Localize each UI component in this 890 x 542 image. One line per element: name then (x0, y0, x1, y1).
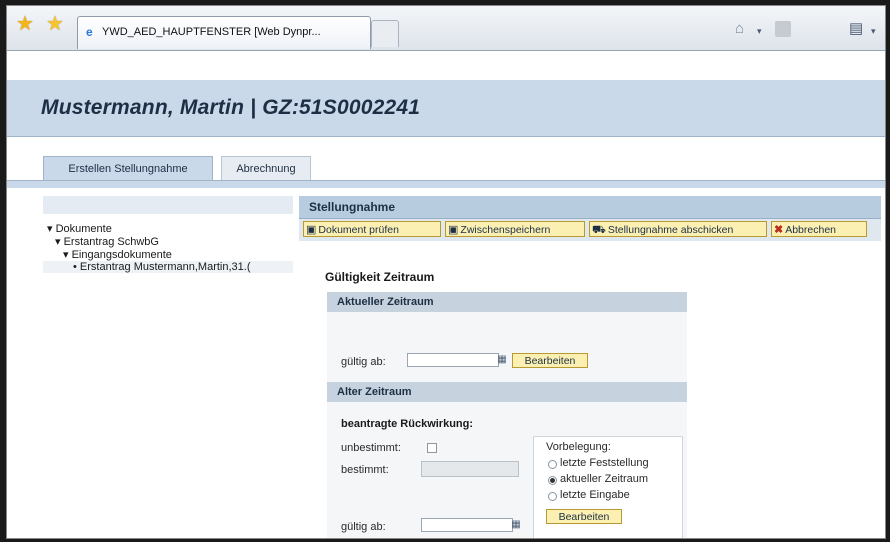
collapse-icon[interactable]: ▾ (47, 223, 53, 235)
print-icon[interactable]: ▤ (849, 20, 863, 38)
zwischenspeichern-button[interactable]: ▣ Zwischenspeichern (445, 221, 585, 237)
new-tab-button[interactable] (371, 20, 399, 47)
radio-label-aktueller-zeitraum: aktueller Zeitraum (560, 473, 649, 485)
document-tree: ▾ Dokumente ▾ Erstantrag SchwbG ▾ Eingan… (43, 196, 293, 538)
rss-feed-icon[interactable] (775, 21, 791, 37)
tab-abrechnung[interactable]: Abrechnung (221, 156, 311, 181)
stellungnahme-abschicken-button[interactable]: ⛟ Stellungnahme abschicken (589, 221, 767, 237)
browser-toolbar: ★ ★ e YWD_AED_HAUPTFENSTER [Web Dynpr...… (7, 6, 885, 51)
gueltig-ab-label-alt: gültig ab: (341, 521, 386, 533)
abbrechen-button[interactable]: ✖ Abbrechen (771, 221, 867, 237)
bearbeiten-button-alt[interactable]: Bearbeiten (546, 509, 622, 524)
gueltig-ab-label: gültig ab: (341, 356, 386, 368)
radio-label-letzte-feststellung: letzte Feststellung (560, 457, 649, 469)
bestimmt-field[interactable] (421, 461, 519, 477)
action-toolbar: ▣ Dokument prüfen ▣ Zwischenspeichern ⛟ Ste… (299, 219, 881, 241)
bullet-icon: • (73, 261, 77, 273)
radio-label-letzte-eingabe: letzte Eingabe (560, 489, 630, 501)
section-title: Gültigkeit Zeitraum (325, 270, 435, 284)
group-header-aktueller-zeitraum: Aktueller Zeitraum (327, 292, 687, 312)
bestimmt-label: bestimmt: (341, 464, 389, 476)
rueckwirkung-subheader: beantragte Rückwirkung: (341, 418, 474, 430)
tab-strip-divider (7, 180, 885, 188)
tab-erstellen-stellungnahme[interactable]: Erstellen Stellungnahme (43, 156, 213, 181)
unbestimmt-checkbox[interactable] (427, 443, 437, 453)
browser-tab[interactable]: e YWD_AED_HAUPTFENSTER [Web Dynpr... (77, 16, 371, 49)
gueltig-ab-field-alt[interactable] (421, 518, 513, 532)
tree-item-label: Eingangsdokumente (71, 249, 172, 261)
cancel-x-icon: ✖ (774, 224, 784, 236)
vorbelegung-box: Vorbelegung: letzte Feststellung aktuell… (533, 436, 683, 538)
tree-item-label: Dokumente (55, 223, 112, 235)
stellungnahme-panel: Stellungnahme ▣ Dokument prüfen ▣ Zwischen… (299, 196, 885, 538)
radio-letzte-eingabe[interactable] (548, 492, 557, 501)
tree-item-label: Erstantrag Mustermann,Martin,31.( (79, 261, 251, 273)
calendar-icon[interactable]: ▦ (510, 519, 522, 531)
calendar-icon[interactable]: ▦ (496, 354, 508, 366)
tree-item-erstantrag[interactable]: ▾ Erstantrag SchwbG (55, 235, 159, 248)
browser-tab-title: YWD_AED_HAUPTFENSTER [Web Dynpr... (102, 26, 321, 38)
vorbelegung-label: Vorbelegung: (546, 441, 611, 453)
gueltig-ab-field[interactable] (407, 353, 499, 367)
home-dropdown-icon[interactable]: ▾ (757, 22, 762, 40)
add-favorite-icon[interactable]: ★ (45, 14, 65, 34)
radio-aktueller-zeitraum[interactable] (548, 476, 557, 485)
collapse-icon[interactable]: ▾ (63, 249, 69, 261)
tree-header (43, 196, 293, 214)
ie-page-icon: e (86, 25, 93, 39)
unbestimmt-label: unbestimmt: (341, 442, 401, 454)
tree-item-dokumente[interactable]: ▾ Dokumente (47, 222, 112, 235)
group-header-alter-zeitraum: Alter Zeitraum (327, 382, 687, 402)
page-header: Mustermann, Martin | GZ:51S0002241 (7, 80, 885, 137)
print-dropdown-icon[interactable]: ▾ (871, 22, 876, 40)
check-document-icon: ▣ (306, 224, 317, 236)
dokument-pruefen-button[interactable]: ▣ Dokument prüfen (303, 221, 441, 237)
send-truck-icon: ⛟ (592, 224, 606, 236)
radio-letzte-feststellung[interactable] (548, 460, 557, 469)
panel-title: Stellungnahme (309, 200, 396, 214)
tree-item-label: Erstantrag SchwbG (63, 236, 159, 248)
group-body-aktueller-zeitraum (327, 312, 687, 382)
browser-window: ★ ★ e YWD_AED_HAUPTFENSTER [Web Dynpr...… (6, 5, 886, 539)
tree-item-erstantrag-mustermann[interactable]: • Erstantrag Mustermann,Martin,31.( (43, 261, 293, 273)
bearbeiten-button-aktuell[interactable]: Bearbeiten (512, 353, 588, 368)
home-icon[interactable]: ⌂ (735, 20, 744, 38)
save-disk-icon: ▣ (448, 224, 459, 236)
page-title: Mustermann, Martin | GZ:51S0002241 (41, 96, 421, 119)
tree-item-eingangsdokumente[interactable]: ▾ Eingangsdokumente (63, 248, 172, 261)
favorites-star-icon[interactable]: ★ (15, 14, 35, 34)
panel-header: Stellungnahme (299, 196, 881, 219)
collapse-icon[interactable]: ▾ (55, 236, 61, 248)
